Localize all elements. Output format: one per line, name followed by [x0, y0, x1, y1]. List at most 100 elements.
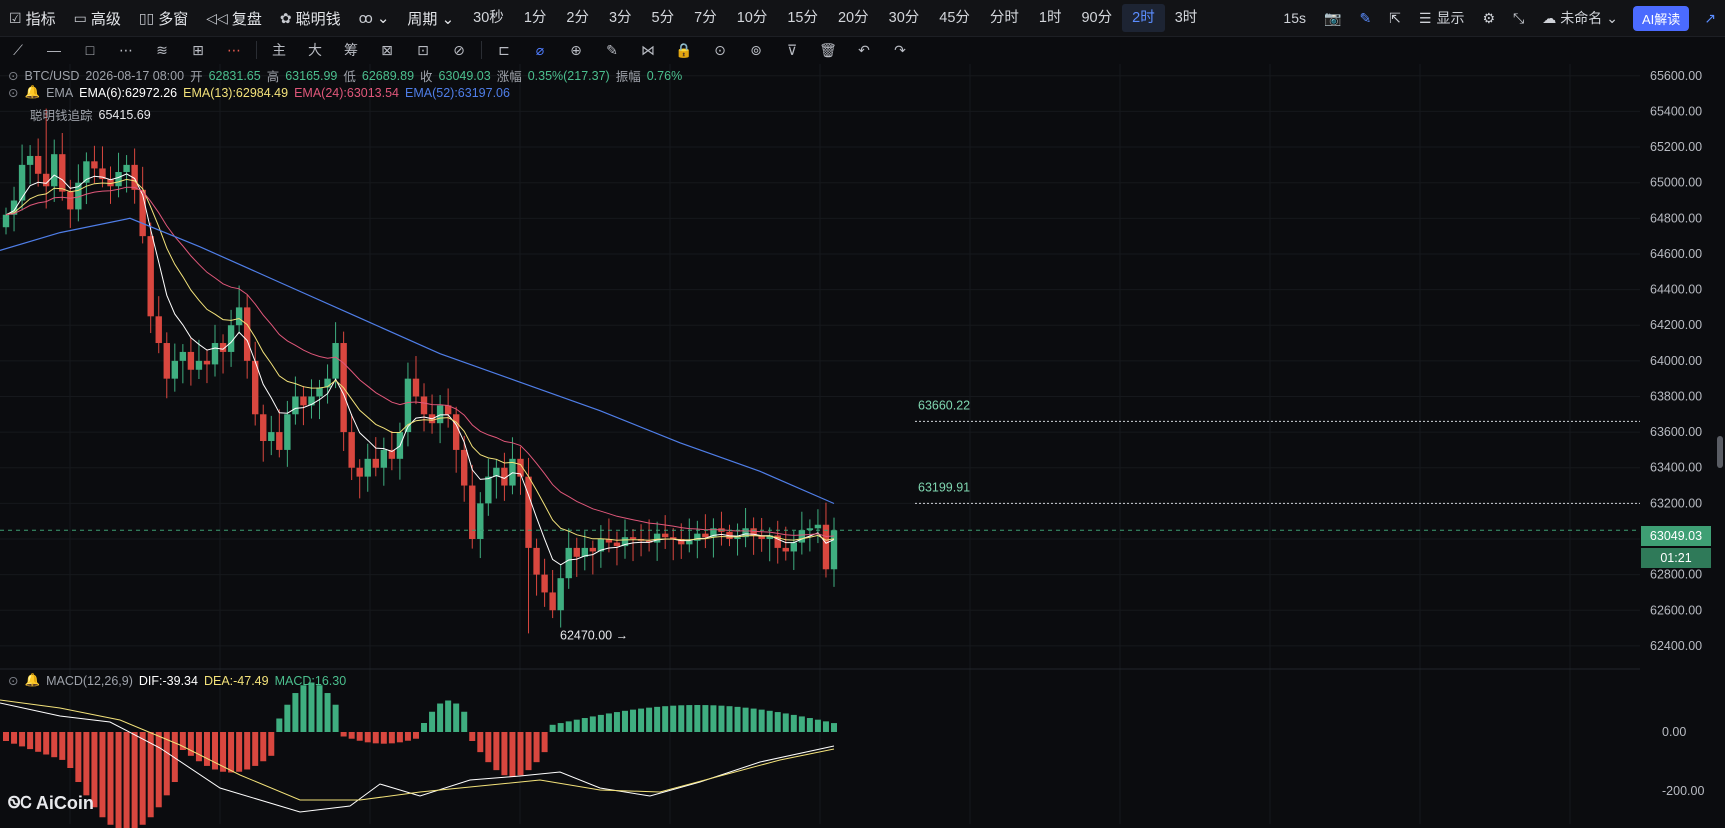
- macd-histogram-bar: [557, 723, 564, 732]
- drawing-tool-icon[interactable]: ⊽: [774, 42, 810, 59]
- display-button[interactable]: ☰ 显示: [1410, 0, 1474, 36]
- macd-histogram-bar: [244, 732, 251, 770]
- candle-body: [42, 173, 50, 187]
- drawing-tool-icon[interactable]: □: [72, 42, 108, 58]
- scroll-handle[interactable]: [1717, 436, 1723, 468]
- macd-histogram-bar: [565, 721, 572, 732]
- price-axis-label: 64800.00: [1650, 211, 1702, 225]
- drawing-tool-icon[interactable]: ⊙: [702, 42, 738, 59]
- multi-window-label: 多窗: [158, 10, 189, 28]
- period-tab[interactable]: 30秒: [463, 4, 514, 32]
- macd-histogram-bar: [99, 732, 106, 818]
- candle-body: [243, 307, 251, 361]
- period-tab[interactable]: 30分: [879, 4, 930, 32]
- advanced-button[interactable]: ▭ 高级: [65, 0, 130, 36]
- candle-body: [235, 307, 243, 326]
- period-tab[interactable]: 90分: [1071, 4, 1122, 32]
- candle-body: [549, 592, 556, 611]
- period-tab[interactable]: 5分: [642, 4, 685, 32]
- macd-histogram-bar: [421, 723, 428, 732]
- share-icon[interactable]: ↗: [1695, 0, 1725, 36]
- candlestick-chart[interactable]: 65600.00 65400.00 65200.00 65000.00 64800.00…: [0, 64, 1725, 828]
- bell-icon[interactable]: 🔔: [24, 85, 40, 100]
- drawing-tool-icon[interactable]: 🔒: [666, 42, 702, 59]
- chart-type-button[interactable]: ꝏ ⌄: [350, 0, 399, 36]
- candle-body: [589, 547, 597, 552]
- drawing-tool-icon[interactable]: ⊠: [369, 42, 405, 59]
- period-tab[interactable]: 20分: [828, 4, 879, 32]
- indicators-button[interactable]: ☑ 指标: [0, 0, 65, 36]
- drawing-tool-icon[interactable]: —: [36, 42, 72, 58]
- collapse-icon[interactable]: ⊙: [8, 85, 18, 100]
- drawing-tool-icon[interactable]: 主: [261, 40, 297, 60]
- bell-icon[interactable]: 🔔: [24, 673, 40, 688]
- pencil-icon[interactable]: ✎: [1350, 0, 1380, 36]
- candle-body: [26, 155, 34, 165]
- candle-body: [653, 533, 661, 543]
- candle-body: [67, 191, 74, 210]
- layout-dropdown[interactable]: ☁ 未命名 ⌄: [1533, 0, 1627, 36]
- drawing-tool-icon[interactable]: ⊡: [405, 42, 441, 59]
- drawing-tool-icon[interactable]: ⊕: [558, 42, 594, 59]
- macd-histogram-bar: [131, 732, 138, 828]
- drawing-tool-icon[interactable]: ✎: [594, 42, 630, 59]
- drawing-tool-icon[interactable]: ↷: [882, 42, 918, 59]
- macd-histogram-bar: [429, 711, 436, 732]
- drawing-tool-icon[interactable]: ⊏: [486, 42, 522, 59]
- drawing-tool-icon[interactable]: ⊘: [441, 42, 477, 59]
- period-tab[interactable]: 2分: [556, 4, 599, 32]
- drawing-tool-icon[interactable]: 筹: [333, 40, 369, 60]
- macd-histogram-bar: [11, 732, 18, 744]
- collapse-icon[interactable]: ⊙: [8, 673, 18, 688]
- macd-histogram-bar: [798, 716, 805, 732]
- period-tab[interactable]: 分时: [980, 4, 1029, 32]
- candle-body: [268, 432, 275, 442]
- fullscreen-icon[interactable]: ⤡: [1504, 0, 1533, 36]
- period-tab[interactable]: 3分: [599, 4, 642, 32]
- macd-histogram-bar: [236, 732, 243, 772]
- period-tab[interactable]: 7分: [684, 4, 727, 32]
- drawing-tool-icon[interactable]: ⟋: [0, 42, 36, 59]
- macd-histogram-bar: [670, 705, 677, 732]
- export-icon[interactable]: ⇱: [1380, 0, 1410, 36]
- drawing-tool-icon[interactable]: 🗑: [810, 42, 846, 59]
- macd-histogram-bar: [654, 706, 661, 732]
- period-tab[interactable]: 15分: [777, 4, 828, 32]
- candle-body: [822, 524, 830, 570]
- drawing-tool-icon[interactable]: 大: [297, 40, 333, 60]
- period-tab[interactable]: 2时: [1122, 4, 1165, 32]
- macd-axis-label: 0.00: [1662, 725, 1686, 739]
- smart-money-button[interactable]: ✿ 聪明钱: [271, 0, 350, 36]
- drawing-tool-icon[interactable]: ⊚: [738, 42, 774, 59]
- drawing-tool-icon[interactable]: ⌀: [522, 42, 558, 59]
- collapse-icon[interactable]: ⊙: [8, 68, 18, 83]
- macd-histogram-bar: [774, 712, 781, 732]
- drawing-tool-icon[interactable]: ≋: [144, 42, 180, 59]
- refresh-interval[interactable]: 15s: [1274, 0, 1315, 36]
- smart-money-legend: 聪明钱追踪 65415.69: [30, 107, 151, 124]
- macd-histogram-bar: [501, 732, 508, 776]
- macd-histogram-bar: [549, 724, 556, 732]
- replay-button[interactable]: ◁◁ 复盘: [197, 0, 271, 36]
- multi-window-button[interactable]: ▯▯ 多窗: [130, 0, 197, 36]
- drawing-tool-icon[interactable]: ⋈: [630, 42, 666, 59]
- period-dropdown[interactable]: 周期 ⌄: [398, 0, 463, 36]
- drawing-tool-icon[interactable]: ⋯: [108, 42, 144, 59]
- macd-histogram-bar: [300, 685, 307, 732]
- candle-body: [565, 547, 572, 579]
- candle-body: [452, 414, 460, 450]
- drawing-tool-icon[interactable]: ↶: [846, 42, 882, 59]
- candle-body: [686, 540, 693, 545]
- macd-histogram-bar: [726, 706, 733, 732]
- macd-histogram-bar: [766, 710, 773, 732]
- period-tab[interactable]: 3时: [1165, 4, 1208, 32]
- period-tab[interactable]: 10分: [727, 4, 778, 32]
- period-tab[interactable]: 1分: [514, 4, 557, 32]
- drawing-tool-icon[interactable]: ⊞: [180, 42, 216, 59]
- period-tab[interactable]: 1时: [1029, 4, 1072, 32]
- settings-icon[interactable]: ⚙: [1473, 0, 1504, 36]
- ai-interpret-button[interactable]: AI解读: [1632, 5, 1690, 31]
- period-tab[interactable]: 45分: [929, 4, 980, 32]
- drawing-tool-icon[interactable]: ⋯: [216, 42, 252, 59]
- camera-icon[interactable]: 📷: [1315, 0, 1350, 36]
